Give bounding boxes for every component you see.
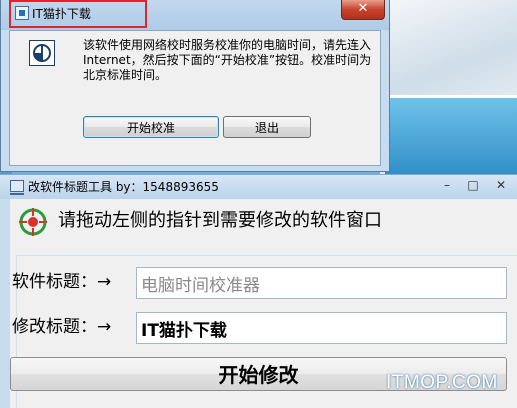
window2-titlebar[interactable]: 改软件标题工具 by：1548893655 – □ ✕ [0, 175, 517, 199]
software-title-label: 软件标题：→ [12, 272, 112, 292]
window1-title: IT猫扑下载 [32, 7, 91, 21]
window1-titlebar[interactable]: IT猫扑下载 ✕ [1, 0, 389, 30]
software-title-field[interactable] [136, 267, 507, 299]
crosshair-target-icon[interactable] [18, 207, 48, 237]
instruction-text: 请拖动左侧的指针到需要修改的软件窗口 [58, 210, 382, 231]
modify-title-label: 修改标题：→ [12, 317, 112, 337]
modify-title-field[interactable] [136, 312, 507, 344]
window1-close-button[interactable]: ✕ [341, 0, 385, 20]
clock-icon [29, 40, 55, 66]
time-calibrator-window: IT猫扑下载 ✕ 该软件使用网络校时服务校准你的电脑时间，请先连入Interne… [0, 0, 390, 172]
monitor-icon [10, 180, 24, 195]
app-icon [15, 6, 29, 20]
exit-button[interactable]: 退出 [223, 116, 311, 138]
calibration-message: 该软件使用网络校时服务校准你的电脑时间，请先连入Internet，然后按下面的“… [83, 38, 372, 82]
start-calibration-button[interactable]: 开始校准 [83, 116, 219, 138]
background-pool [385, 95, 517, 178]
window2-title: 改软件标题工具 by：1548893655 [28, 180, 219, 194]
site-watermark: ITMOP.COM [386, 372, 498, 393]
maximize-button[interactable]: □ [462, 177, 484, 193]
minimize-button[interactable]: – [436, 177, 458, 193]
window2-close-button[interactable]: ✕ [490, 177, 512, 193]
